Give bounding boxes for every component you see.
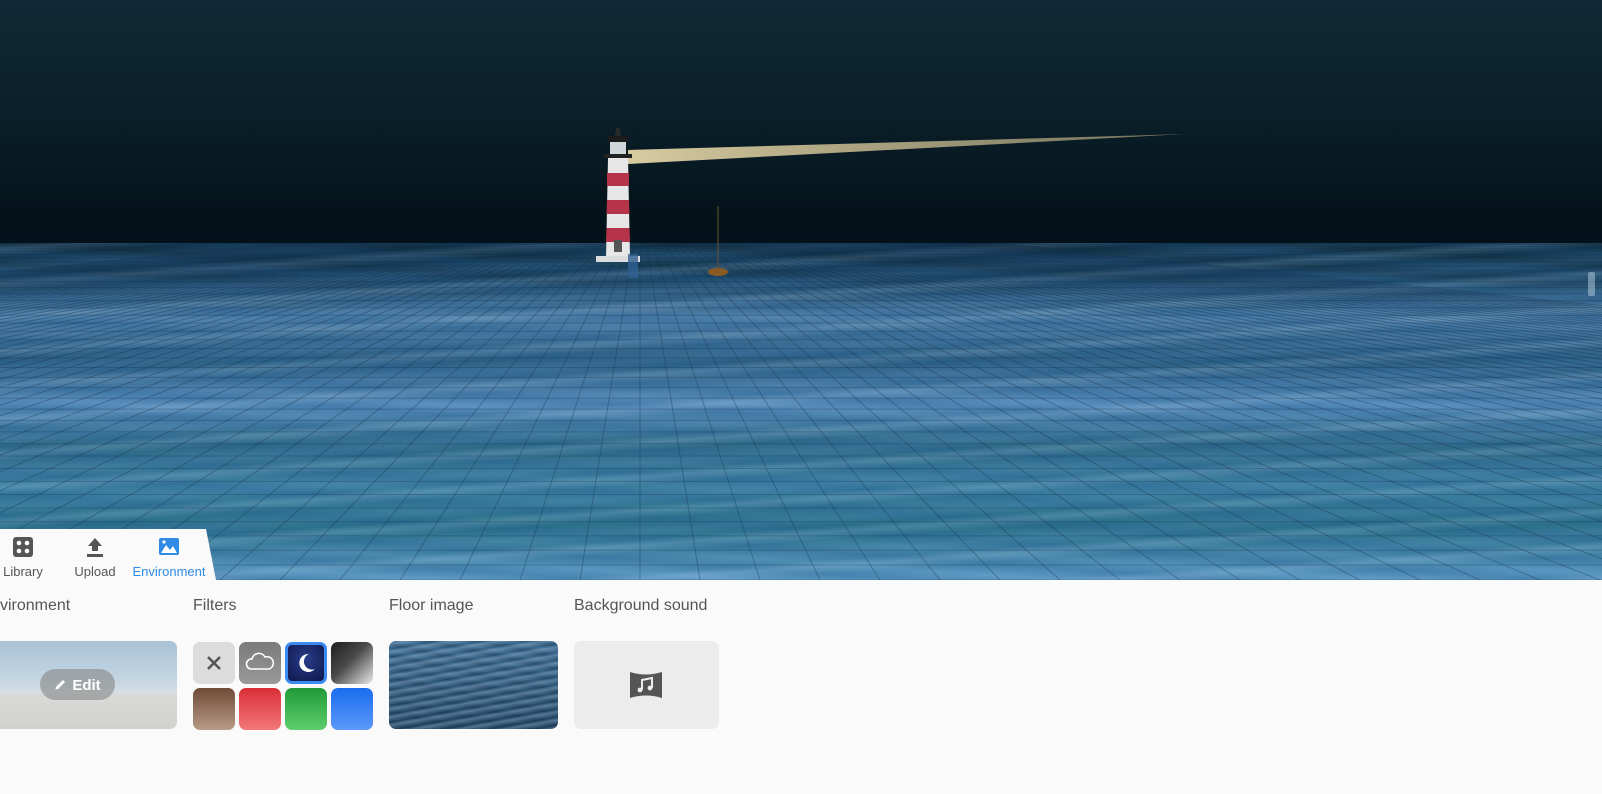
filter-blue[interactable] <box>331 688 373 730</box>
tab-environment[interactable]: Environment <box>128 529 210 580</box>
moon-icon <box>299 653 315 672</box>
edit-button-label: Edit <box>72 677 101 694</box>
panel-tabs: Library Upload Environment <box>0 529 216 580</box>
pencil-icon <box>55 680 66 690</box>
filter-grayscale[interactable] <box>331 642 373 684</box>
tab-environment-label: Environment <box>132 564 206 579</box>
filters-section-title: Filters <box>193 597 237 614</box>
filter-green[interactable] <box>285 688 327 730</box>
upload-arrow-icon <box>87 538 103 557</box>
scene-edge-handle[interactable] <box>1588 272 1595 296</box>
close-icon <box>207 656 221 670</box>
floor-image-section-title: Floor image <box>389 597 474 614</box>
3d-scene-viewport[interactable] <box>0 0 1602 580</box>
environment-thumbnail[interactable]: Edit <box>0 641 177 729</box>
tab-library-label: Library <box>3 564 43 579</box>
background-sound-section-title: Background sound <box>574 597 708 614</box>
cloud-icon <box>245 652 275 670</box>
tab-upload[interactable]: Upload <box>70 529 120 580</box>
library-grid-icon <box>13 537 33 557</box>
background-sound-picker[interactable] <box>574 641 719 729</box>
filter-night[interactable] <box>285 642 327 684</box>
tab-upload-label: Upload <box>74 564 116 579</box>
floor-image-thumbnail[interactable] <box>389 641 558 729</box>
lighthouse-beam <box>628 134 1186 164</box>
filter-red[interactable] <box>239 688 281 730</box>
filter-cloudy[interactable] <box>239 642 281 684</box>
environment-panel: vironment Edit Filters Floor image Backg… <box>0 580 1602 794</box>
lighthouse <box>596 128 640 278</box>
edit-environment-button[interactable]: Edit <box>40 669 115 700</box>
filter-sepia[interactable] <box>193 688 235 730</box>
music-note-icon <box>630 672 662 698</box>
tab-library[interactable]: Library <box>0 529 46 580</box>
environment-landscape-icon <box>159 538 179 555</box>
sailboat <box>708 206 728 276</box>
filter-none[interactable] <box>193 642 235 684</box>
environment-section-title: vironment <box>0 597 71 614</box>
